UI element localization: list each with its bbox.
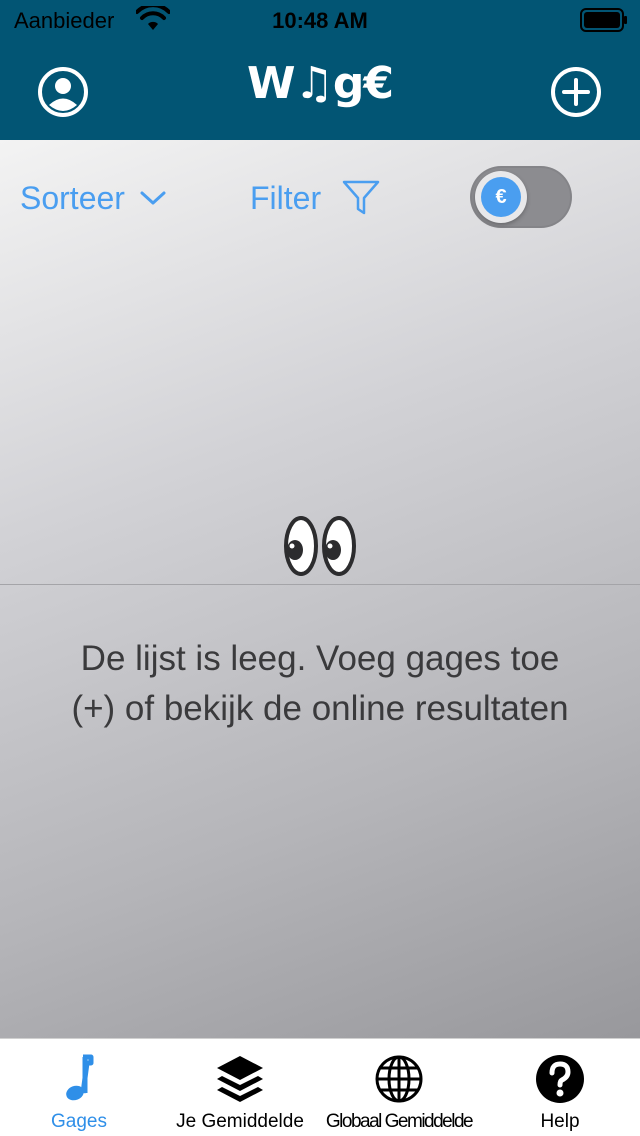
tab-gages-label: Gages	[51, 1111, 107, 1132]
tab-globaal-gemiddelde[interactable]: Globaal Gemiddelde	[320, 1039, 478, 1136]
tab-gages[interactable]: Gages	[24, 1039, 134, 1136]
question-circle-icon	[536, 1055, 584, 1103]
sort-button[interactable]: Sorteer	[20, 176, 167, 220]
battery-icon	[580, 8, 627, 32]
layers-icon	[217, 1056, 263, 1102]
content-area: Sorteer Filter € De lijst is leeg. Voeg …	[0, 140, 640, 1038]
status-time: 10:48 AM	[272, 8, 368, 33]
tab-bar: Gages Je Gemiddelde Globaal Gemiddelde H…	[0, 1038, 640, 1136]
tab-je-gemiddelde[interactable]: Je Gemiddelde	[160, 1039, 320, 1136]
tab-je-gemiddelde-label: Je Gemiddelde	[176, 1111, 304, 1132]
tab-help-label: Help	[540, 1111, 580, 1132]
empty-message-line-1: De lijst is leeg. Voeg gages toe	[80, 639, 560, 678]
list-toolbar: Sorteer Filter €	[0, 140, 640, 250]
chevron-down-icon	[140, 191, 166, 205]
tab-globaal-gemiddelde-label: Globaal Gemiddelde	[325, 1111, 474, 1132]
currency-toggle[interactable]: €	[470, 166, 572, 228]
divider	[0, 584, 640, 585]
status-bar: Aanbieder 10:48 AM	[0, 0, 640, 40]
empty-message-line-2: (+) of bekijk de online resultaten	[71, 689, 569, 728]
app-header: Aanbieder 10:48 AM W♫g€	[0, 0, 640, 140]
screen: Aanbieder 10:48 AM W♫g€ Sorteer Filter €…	[0, 0, 640, 1136]
eyes-emoji-icon	[284, 516, 356, 576]
empty-state-message: De lijst is leeg. Voeg gages toe (+) of …	[20, 634, 620, 734]
sort-label: Sorteer	[20, 179, 125, 216]
tab-help[interactable]: Help	[510, 1039, 610, 1136]
filter-label: Filter	[250, 179, 322, 216]
filter-funnel-icon	[342, 180, 380, 215]
add-circle-icon	[551, 67, 601, 117]
add-button[interactable]	[550, 66, 602, 118]
app-logo: W♫g€	[246, 58, 394, 109]
globe-icon	[375, 1055, 423, 1103]
nav-bar: W♫g€	[0, 40, 640, 140]
filter-button[interactable]: Filter	[250, 176, 381, 220]
music-note-icon	[66, 1054, 94, 1101]
toggle-knob: €	[475, 171, 527, 223]
euro-icon: €	[481, 177, 521, 217]
